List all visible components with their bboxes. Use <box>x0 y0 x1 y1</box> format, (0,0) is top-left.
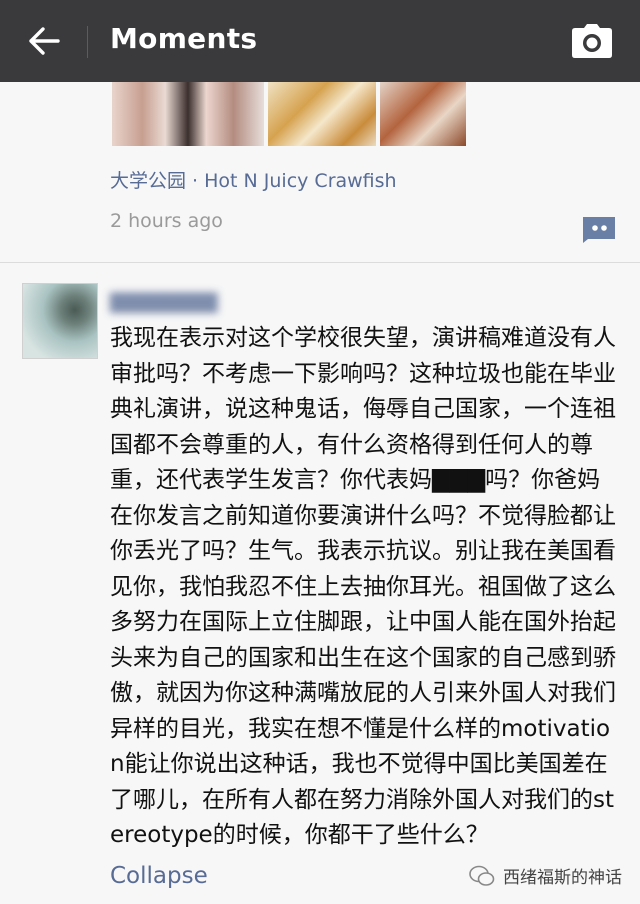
comment-button[interactable] <box>580 214 618 244</box>
comment-icon <box>583 217 615 243</box>
back-button[interactable] <box>20 18 68 64</box>
comment-text: 我现在表示对这个学校很失望，演讲稿难道没有人审批吗？不考虑一下影响吗？这种垃圾也… <box>110 325 616 848</box>
post-photo[interactable] <box>268 82 376 146</box>
arrow-left-icon <box>29 27 60 55</box>
camera-button[interactable] <box>570 22 614 60</box>
camera-icon <box>572 24 612 58</box>
post-photo[interactable] <box>112 82 264 146</box>
top-bar: Moments <box>0 0 640 82</box>
post-photo[interactable] <box>380 82 466 146</box>
moment-comment: ▇▇▇▇▇▇▇ 我现在表示对这个学校很失望，演讲稿难道没有人审批吗？不考虑一下影… <box>0 263 640 904</box>
page-title: Moments <box>110 22 258 55</box>
avatar[interactable] <box>22 283 98 359</box>
collapse-link[interactable]: Collapse <box>110 863 208 889</box>
post-timestamp: 2 hours ago <box>110 210 223 232</box>
watermark-text: 西绪福斯的神话 <box>503 868 622 888</box>
header-divider <box>87 26 88 58</box>
wechat-logo-icon <box>469 865 495 886</box>
moment-post: 大学公园 · Hot N Juicy Crawfish 2 hours ago <box>0 82 640 262</box>
post-location[interactable]: 大学公园 · Hot N Juicy Crawfish <box>110 166 397 193</box>
comment-username[interactable]: ▇▇▇▇▇▇▇ <box>110 289 218 313</box>
watermark: 西绪福斯的神话 <box>469 863 622 888</box>
